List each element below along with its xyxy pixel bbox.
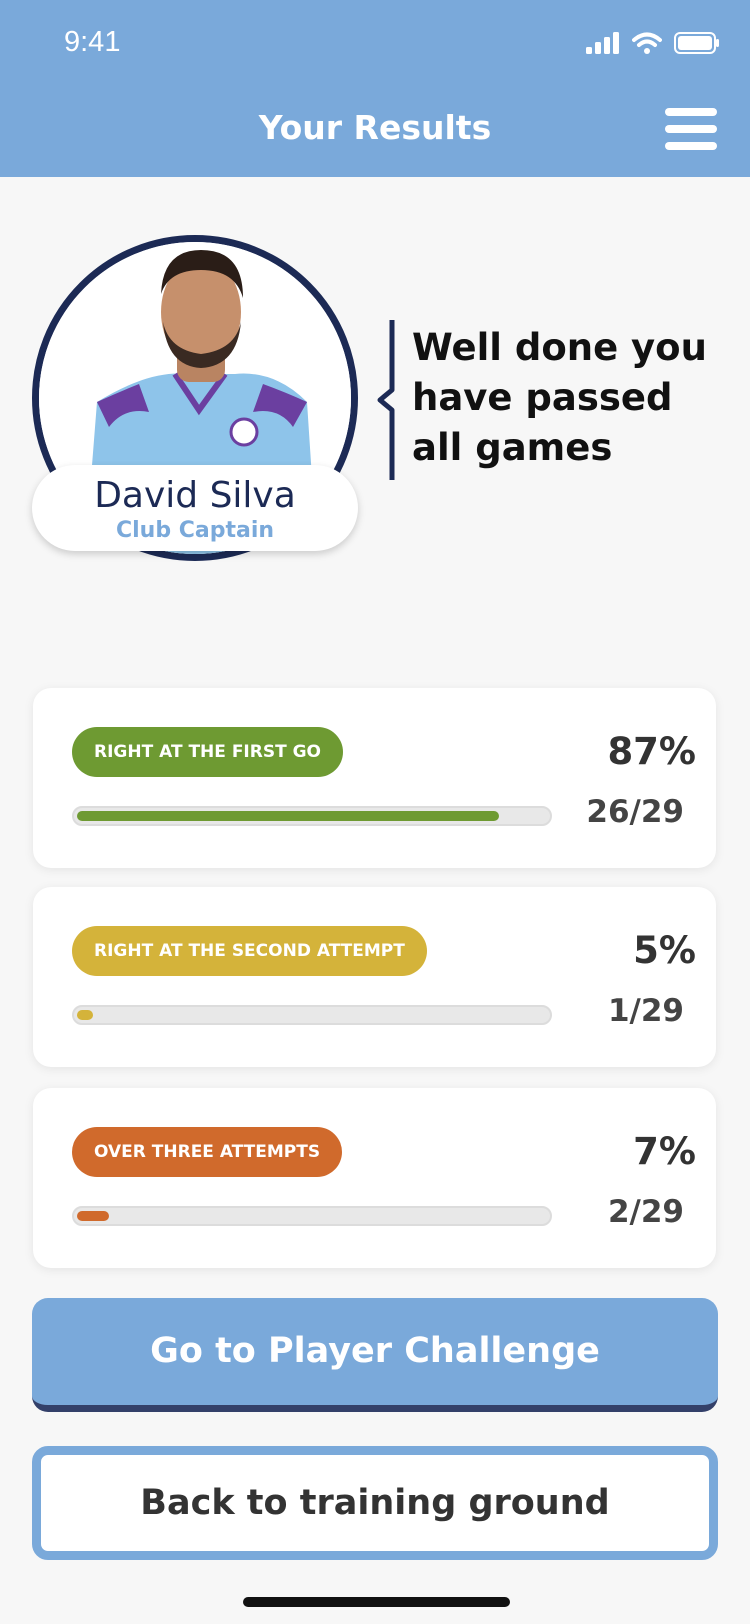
result-progress-fill (77, 1211, 109, 1221)
result-message: Well done you have passed all games (412, 326, 707, 469)
result-progress-track (72, 1005, 552, 1025)
result-progress-track (72, 806, 552, 826)
result-label-pill: RIGHT AT THE FIRST GO (72, 727, 344, 777)
status-time: 9:41 (64, 26, 121, 58)
player-challenge-button[interactable]: Go to Player Challenge (32, 1298, 718, 1412)
result-fraction: 26/29 (586, 794, 684, 830)
battery-icon (674, 32, 719, 54)
result-card-first-go: RIGHT AT THE FIRST GO 87% 26/29 (33, 688, 716, 868)
result-percent: 87% (607, 730, 696, 773)
player-name: David Silva (94, 475, 296, 516)
player-role: Club Captain (115, 518, 275, 543)
wifi-icon (632, 32, 662, 54)
result-progress-track (72, 1206, 552, 1226)
player-name-card: David Silva Club Captain (32, 465, 358, 551)
status-icons (586, 32, 720, 54)
result-fraction: 2/29 (607, 1194, 684, 1230)
result-label-pill: OVER THREE ATTEMPTS (72, 1127, 343, 1177)
hamburger-menu-icon[interactable] (665, 108, 717, 150)
result-fraction: 1/29 (607, 993, 684, 1029)
app-header: 9:41 Your Results (0, 0, 750, 177)
result-card-over-three: OVER THREE ATTEMPTS 7% 2/29 (33, 1088, 716, 1268)
result-label-pill: RIGHT AT THE SECOND ATTEMPT (72, 926, 427, 976)
page-title: Your Results (258, 108, 492, 147)
result-card-second-attempt: RIGHT AT THE SECOND ATTEMPT 5% 1/29 (33, 887, 716, 1067)
result-progress-fill (77, 1010, 93, 1020)
home-indicator (243, 1597, 510, 1607)
result-percent: 5% (633, 929, 696, 972)
speech-bracket (377, 320, 395, 480)
signal-icon (586, 32, 619, 54)
back-to-training-button[interactable]: Back to training ground (32, 1446, 718, 1560)
result-progress-fill (77, 811, 499, 821)
result-percent: 7% (633, 1130, 696, 1173)
